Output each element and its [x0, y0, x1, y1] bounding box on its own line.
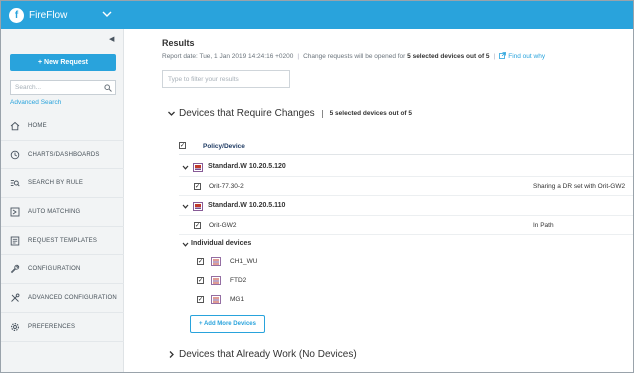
report-info: Report date: Tue, 1 Jan 2019 14:24:16 +0… [162, 52, 546, 60]
change-reason: In Path [533, 222, 554, 229]
change-reason: Sharing a DR set with Orit-GW2 [533, 183, 626, 190]
fireflow-logo-icon: f [9, 7, 24, 23]
group-name: Standard.W 10.20.5.120 [208, 163, 286, 170]
template-icon [10, 236, 20, 246]
table-row[interactable]: ✓ Orit-77.30-2 Sharing a DR set with Ori… [179, 178, 633, 196]
device-name: MG1 [230, 296, 245, 303]
table-row[interactable]: ✓ FTD2 [179, 272, 633, 290]
device-checkbox[interactable]: ✓ [197, 277, 204, 284]
section-require-changes-header[interactable]: Devices that Require Changes 5 selected … [167, 108, 412, 119]
device-icon [211, 295, 221, 304]
sidebar-item-charts-dashboards[interactable]: CHARTS/DASHBOARDS [1, 141, 124, 170]
section-title: Devices that Require Changes [179, 108, 315, 119]
table-row[interactable]: ✓ Orit-GW2 In Path [179, 217, 633, 235]
chevron-down-icon[interactable] [182, 203, 189, 210]
section-already-work-header[interactable]: Devices that Already Work (No Devices) [167, 349, 357, 360]
policy-group-icon [193, 163, 203, 172]
app-window: f FireFlow ◀ + New Request Search... Adv… [0, 0, 634, 373]
clock-chart-icon [10, 150, 20, 159]
sidebar-item-home[interactable]: HOME [1, 112, 124, 141]
device-checkbox[interactable]: ✓ [194, 183, 201, 190]
chevron-down-icon[interactable] [101, 8, 113, 20]
chevron-down-icon[interactable] [182, 241, 189, 248]
page-title: Results [162, 38, 195, 48]
select-all-checkbox[interactable]: ✓ [179, 142, 186, 149]
selected-count: 5 selected devices out of 5 [329, 110, 413, 117]
sidebar-item-label: CHARTS/DASHBOARDS [28, 151, 100, 158]
sidebar-search-input[interactable]: Search... [10, 80, 116, 95]
sidebar-item-label: CONFIGURATION [28, 266, 81, 273]
main-content: Results Report date: Tue, 1 Jan 2019 14:… [124, 29, 633, 372]
change-note-count: 5 selected devices out of 5 [407, 53, 490, 60]
sidebar-item-auto-matching[interactable]: AUTO MATCHING [1, 198, 124, 227]
find-out-why-label: Find out why [508, 53, 546, 60]
sidebar-item-label: HOME [28, 122, 47, 129]
rule-search-icon [10, 180, 20, 187]
report-date: Report date: Tue, 1 Jan 2019 14:24:16 +0… [162, 53, 294, 60]
table-row[interactable]: ✓ CH1_WU [179, 253, 633, 271]
group-name: Standard.W 10.20.5.110 [208, 202, 286, 209]
table-row-group[interactable]: Standard.W 10.20.5.120 [179, 159, 633, 177]
device-checkbox[interactable]: ✓ [197, 296, 204, 303]
sidebar-item-label: AUTO MATCHING [28, 208, 81, 215]
device-name: Orit-GW2 [209, 222, 237, 229]
chevron-down-icon[interactable] [167, 109, 176, 118]
device-name: CH1_WU [230, 258, 258, 265]
wrench-icon [10, 265, 20, 274]
filter-placeholder: Type to filter your results [168, 75, 239, 83]
brand[interactable]: f FireFlow [9, 6, 67, 24]
chevron-right-icon[interactable] [167, 350, 176, 359]
find-out-why-link[interactable]: Find out why [499, 52, 546, 60]
gear-icon [10, 322, 20, 331]
table-row-group[interactable]: Standard.W 10.20.5.110 [179, 198, 633, 216]
search-icon[interactable] [104, 84, 112, 92]
external-link-icon [499, 52, 507, 59]
device-name: FTD2 [230, 277, 247, 284]
sidebar-item-request-templates[interactable]: REQUEST TEMPLATES [1, 227, 124, 256]
sidebar-item-preferences[interactable]: PREFERENCES [1, 313, 124, 342]
sidebar-item-label: SEARCH BY RULE [28, 180, 84, 187]
device-icon [211, 276, 221, 285]
new-request-button[interactable]: + New Request [10, 54, 116, 71]
chevron-down-icon[interactable] [182, 164, 189, 171]
device-icon [211, 257, 221, 266]
home-icon [10, 121, 20, 131]
column-header-policy-device: Policy/Device [203, 143, 245, 150]
sidebar-nav: HOME CHARTS/DASHBOARDS SEARCH BY RULE AU… [1, 112, 124, 342]
sidebar-item-label: ADVANCED CONFIGURATION [28, 294, 117, 301]
search-placeholder: Search... [15, 84, 42, 91]
table-row[interactable]: ✓ MG1 [179, 291, 633, 309]
auto-matching-icon [10, 207, 20, 217]
device-name: Orit-77.30-2 [209, 183, 244, 190]
sidebar-item-search-by-rule[interactable]: SEARCH BY RULE [1, 169, 124, 199]
device-checkbox[interactable]: ✓ [197, 258, 204, 265]
table-row-group[interactable]: Individual devices [179, 236, 633, 254]
filter-results-input[interactable]: Type to filter your results [162, 70, 290, 88]
advanced-search-link[interactable]: Advanced Search [10, 99, 61, 106]
section-title: Devices that Already Work (No Devices) [179, 349, 357, 360]
group-name: Individual devices [191, 240, 252, 247]
tools-icon [11, 293, 20, 302]
policy-group-icon [193, 202, 203, 211]
app-name: FireFlow [29, 9, 68, 21]
sidebar: ◀ + New Request Search... Advanced Searc… [1, 29, 124, 372]
add-more-devices-button[interactable]: + Add More Devices [190, 315, 265, 333]
divider [321, 109, 323, 118]
device-checkbox[interactable]: ✓ [194, 222, 201, 229]
sidebar-item-label: PREFERENCES [28, 323, 76, 330]
sidebar-item-configuration[interactable]: CONFIGURATION [1, 255, 124, 285]
top-bar: f FireFlow [1, 1, 633, 29]
table-header: ✓ Policy/Device [179, 139, 633, 155]
collapse-sidebar-icon[interactable]: ◀ [109, 35, 114, 43]
sidebar-item-label: REQUEST TEMPLATES [28, 237, 98, 244]
sidebar-item-advanced-configuration[interactable]: ADVANCED CONFIGURATION [1, 284, 124, 313]
change-note-prefix: Change requests will be opened for [303, 53, 406, 60]
